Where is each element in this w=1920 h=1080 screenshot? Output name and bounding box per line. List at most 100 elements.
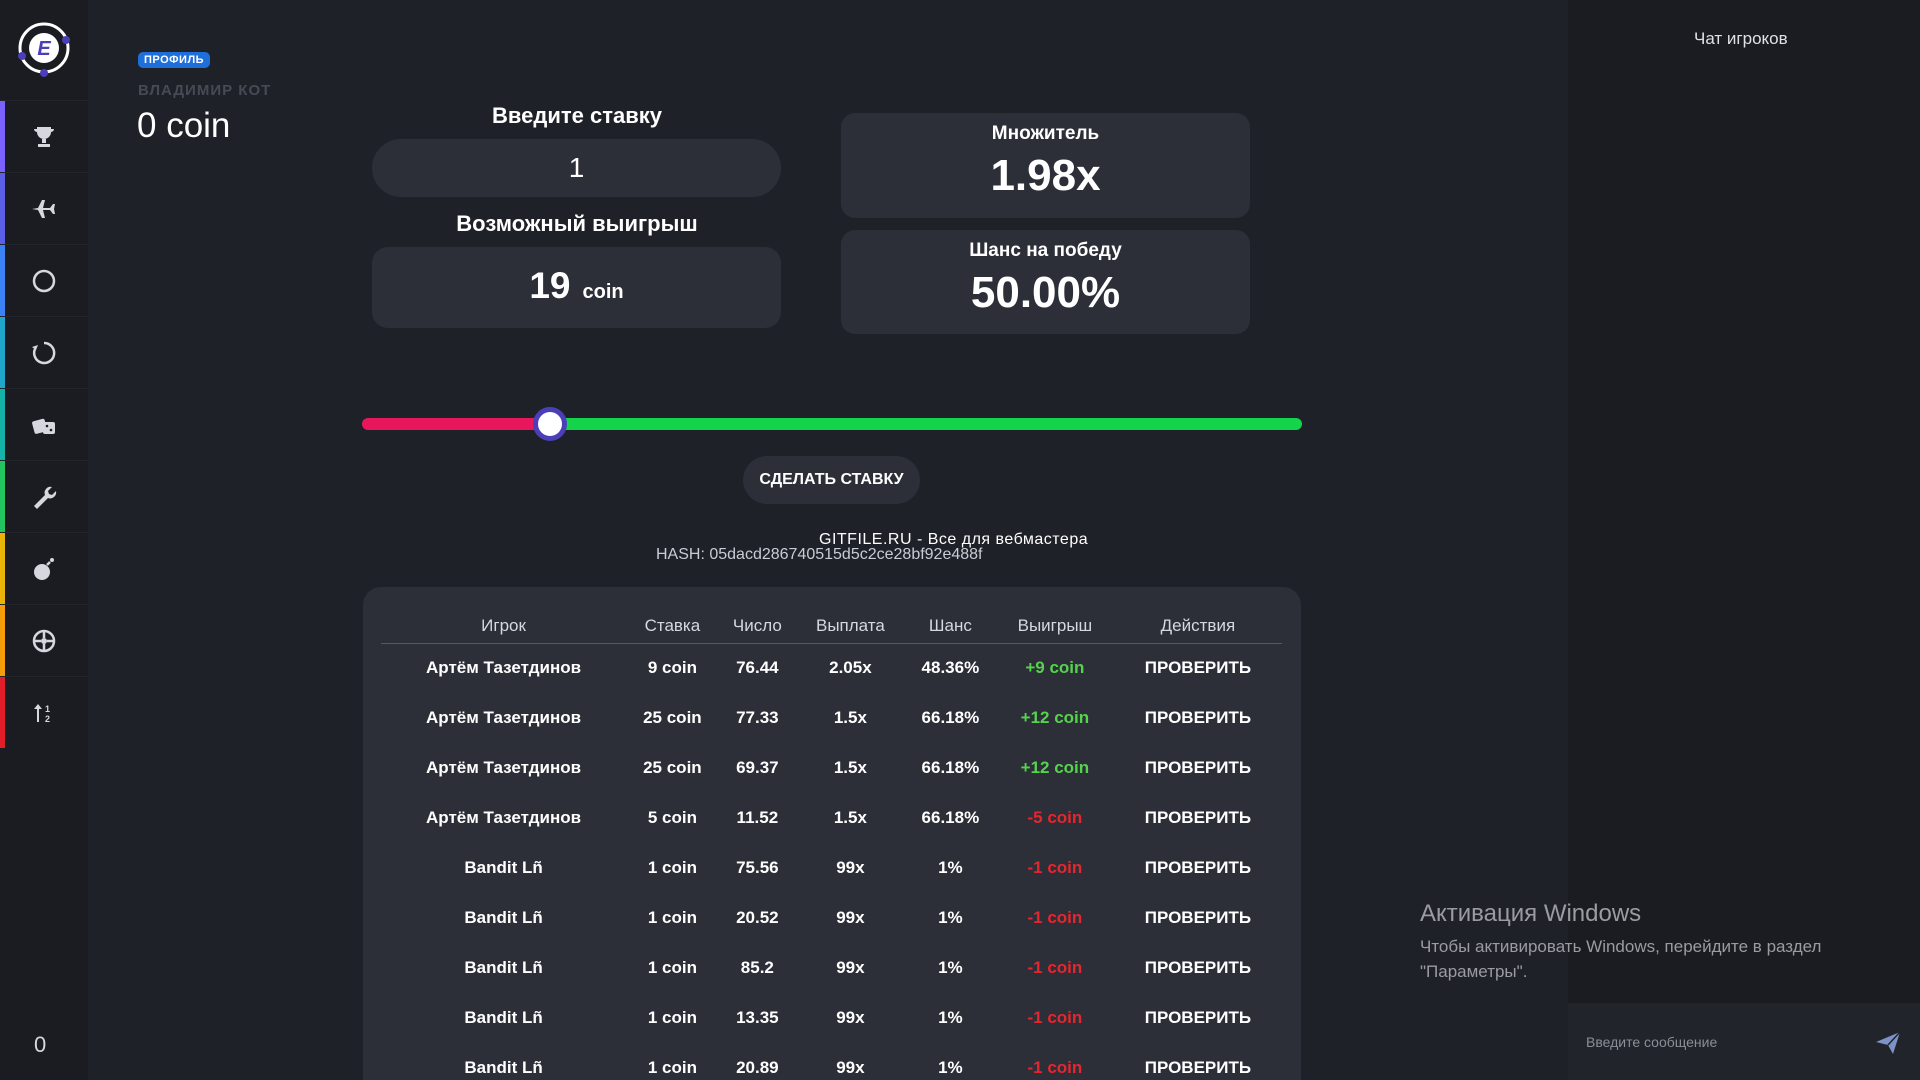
table-row: Bandit Lñ 1 coin 20.52 99x 1% -1 coin ПРОВЕРИТ… (381, 893, 1282, 943)
player-cell: Артём Тазетдинов (426, 808, 582, 827)
payout-cell: 99x (836, 908, 865, 927)
chat-message-input[interactable] (1586, 1027, 1856, 1057)
payout-cell: 1.5x (833, 758, 867, 777)
chance-cell: 66.18% (921, 808, 980, 827)
column-header: Выигрыш (995, 609, 1114, 644)
stake-cell: 25 coin (643, 708, 702, 727)
nav-item-mines[interactable] (0, 532, 88, 604)
win-cell: -1 coin (1027, 858, 1083, 877)
payout-cell: 99x (836, 958, 865, 977)
column-header: Шанс (904, 609, 996, 644)
number-cell: 76.44 (736, 658, 779, 678)
circle-icon (32, 269, 56, 292)
column-header: Ставка (626, 609, 719, 644)
chance-cell: 1% (938, 1058, 963, 1077)
windows-activation: Активация Windows Чтобы активировать Win… (1420, 900, 1860, 984)
table-header-row: Игрок Ставка Число Выплата Шанс Выигрыш Действ… (381, 609, 1282, 644)
payout-cell: 2.05x (829, 658, 872, 678)
check-button[interactable]: ПРОВЕРИТЬ (1114, 1043, 1282, 1080)
stake-cell: 1 coin (647, 1008, 697, 1027)
svg-text:E: E (37, 38, 51, 60)
stake-label: Введите ставку (492, 103, 662, 128)
svg-text:2: 2 (45, 714, 50, 724)
stake-cell: 1 coin (647, 908, 697, 927)
chat-input-bar (1568, 1003, 1920, 1080)
chance-value: 50.00% (970, 268, 1121, 317)
nav-item-dice-game[interactable] (0, 388, 88, 460)
bomb-icon (34, 557, 54, 580)
place-bet-button[interactable]: СДЕЛАТЬ СТАВКУ (743, 456, 920, 504)
dice-icon (32, 418, 55, 434)
nav-item-trophy[interactable] (0, 100, 88, 172)
payout-cell: 1.5x (833, 708, 867, 727)
nav-item-dice[interactable] (0, 244, 88, 316)
chance-slider[interactable] (362, 407, 1302, 441)
nav-item-tools[interactable] (0, 460, 88, 532)
online-count: 0 (34, 1032, 47, 1057)
stake-cell: 1 coin (647, 1058, 697, 1077)
check-button[interactable]: ПРОВЕРИТЬ (1114, 943, 1282, 993)
history-table: Игрок Ставка Число Выплата Шанс Выигрыш Действ… (381, 609, 1282, 1080)
svg-text:1: 1 (45, 704, 50, 714)
number-cell: 11.52 (736, 808, 779, 827)
chance-cell: 66.18% (921, 758, 980, 777)
win-value: 19 (529, 265, 571, 306)
stake-input[interactable] (372, 139, 781, 197)
player-cell: Артём Тазетдинов (426, 708, 582, 727)
nav-item-crash[interactable] (0, 172, 88, 244)
player-cell: Артём Тазетдинов (426, 758, 582, 777)
payout-cell: 99x (836, 1058, 865, 1077)
windows-activation-title: Активация Windows (1420, 900, 1642, 927)
chance-box[interactable]: Шанс на победу 50.00% (841, 230, 1250, 334)
multiplier-box[interactable]: Множитель 1.98x (841, 113, 1250, 218)
table-row: Артём Тазетдинов 25 coin 69.37 1.5x 66.18% +1… (381, 743, 1282, 793)
check-button[interactable]: ПРОВЕРИТЬ (1114, 743, 1282, 793)
refresh-icon (32, 341, 56, 364)
column-header: Число (718, 609, 796, 644)
sidebar: E 1 2 0 (0, 0, 88, 1080)
profile-badge[interactable]: ПРОФИЛЬ (138, 52, 211, 68)
airplane-icon (32, 199, 55, 218)
nav-item-wheel[interactable] (0, 316, 88, 388)
check-button[interactable]: ПРОВЕРИТЬ (1114, 893, 1282, 943)
column-header: Игрок (381, 609, 627, 644)
payout-cell: 99x (836, 858, 865, 877)
chance-label: Шанс на победу (969, 240, 1122, 261)
check-button[interactable]: ПРОВЕРИТЬ (1114, 843, 1282, 893)
win-cell: +12 coin (1020, 758, 1090, 777)
table-row: Bandit Lñ 1 coin 75.56 99x 1% -1 coin ПРОВЕРИТ… (381, 843, 1282, 893)
nav-item-roulette[interactable] (0, 604, 88, 676)
win-box: 19 coin (372, 247, 781, 328)
check-button[interactable]: ПРОВЕРИТЬ (1114, 993, 1282, 1043)
player-cell: Bandit Lñ (464, 1058, 543, 1077)
slider-handle[interactable] (533, 407, 567, 441)
stake-cell: 9 coin (647, 658, 697, 678)
trophy-icon (34, 126, 54, 147)
chance-cell: 66.18% (921, 708, 980, 727)
slider-win-track (550, 418, 1302, 430)
check-button[interactable]: ПРОВЕРИТЬ (1114, 693, 1282, 743)
win-cell: -1 coin (1027, 1008, 1083, 1027)
check-button[interactable]: ПРОВЕРИТЬ (1114, 643, 1282, 693)
stake-cell: 5 coin (647, 808, 697, 827)
check-button[interactable]: ПРОВЕРИТЬ (1114, 793, 1282, 843)
table-row: Артём Тазетдинов 5 coin 11.52 1.5x 66.18% -5 … (381, 793, 1282, 843)
payout-cell: 99x (836, 1008, 865, 1027)
number-cell: 13.35 (736, 1008, 779, 1027)
win-cell: -5 coin (1027, 808, 1083, 827)
player-cell: Bandit Lñ (464, 858, 543, 877)
send-icon[interactable] (1874, 1029, 1902, 1057)
slider-lose-track (362, 418, 550, 430)
nav-item-hilo[interactable]: 12 (0, 676, 88, 748)
win-label: Возможный выигрыш (456, 211, 698, 236)
table-row: Bandit Lñ 1 coin 20.89 99x 1% -1 coin ПРОВЕРИТ… (381, 1043, 1282, 1080)
player-cell: Bandit Lñ (464, 958, 543, 977)
chance-cell: 1% (938, 1008, 963, 1027)
wheel-icon (32, 629, 56, 652)
number-cell: 69.37 (736, 758, 779, 777)
table-body: Артём Тазетдинов 9 coin 76.44 2.05x 48.36% +9… (381, 643, 1282, 1080)
number-cell: 20.52 (736, 908, 779, 927)
column-header: Действия (1113, 609, 1282, 644)
number-cell: 77.33 (736, 708, 779, 727)
logo-icon[interactable]: E (14, 18, 74, 78)
